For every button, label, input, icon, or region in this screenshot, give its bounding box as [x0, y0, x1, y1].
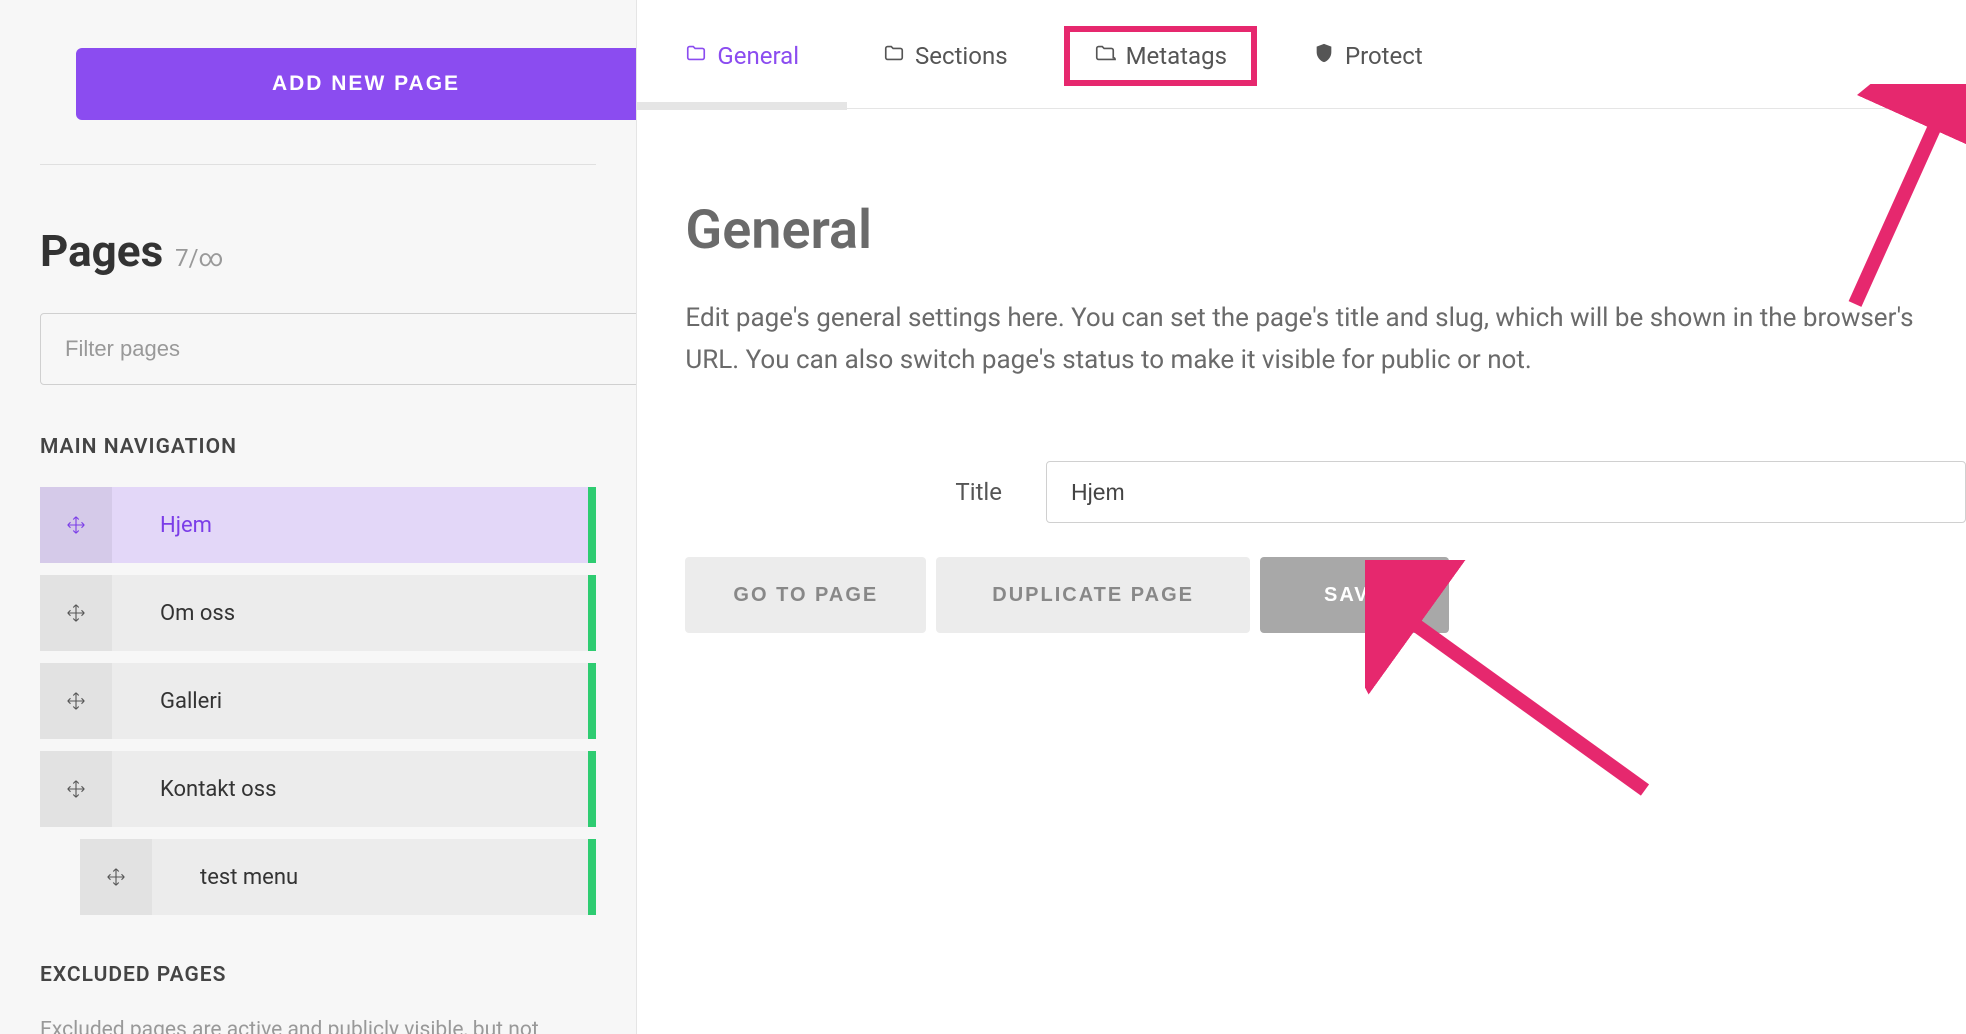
status-indicator	[588, 663, 596, 739]
page-heading: General	[685, 199, 1966, 262]
status-indicator	[588, 751, 596, 827]
title-label: Title	[955, 478, 1002, 506]
tab-protect[interactable]: Protect	[1313, 40, 1423, 72]
pages-header: Pages 7/∞	[40, 225, 596, 277]
tab-label: Protect	[1345, 42, 1423, 70]
drag-handle-icon[interactable]	[80, 839, 152, 915]
folder-icon	[1094, 42, 1116, 70]
tab-general[interactable]: General	[685, 40, 799, 72]
drag-handle-icon[interactable]	[40, 575, 112, 651]
tab-label: Metatags	[1126, 42, 1227, 70]
status-indicator	[588, 839, 596, 915]
nav-item-hjem[interactable]: Hjem	[40, 487, 596, 563]
excluded-pages-label: EXCLUDED PAGES	[40, 963, 596, 987]
drag-handle-icon[interactable]	[40, 487, 112, 563]
status-indicator	[588, 575, 596, 651]
pages-title: Pages	[40, 225, 163, 277]
nav-item-kontakt-oss[interactable]: Kontakt oss	[40, 751, 596, 827]
save-button[interactable]: SAVE	[1260, 557, 1449, 633]
action-buttons: GO TO PAGE DUPLICATE PAGE SAVE	[685, 557, 1449, 633]
page-description: Edit page's general settings here. You c…	[685, 298, 1966, 381]
drag-handle-icon[interactable]	[40, 663, 112, 739]
title-input[interactable]	[1046, 461, 1966, 523]
main-navigation-list: Hjem Om oss Galleri Kontakt oss	[40, 487, 596, 915]
filter-pages-input[interactable]	[40, 313, 637, 385]
sidebar: ADD NEW PAGE Pages 7/∞ MAIN NAVIGATION H…	[0, 0, 637, 1034]
add-new-page-button[interactable]: ADD NEW PAGE	[76, 48, 637, 120]
nav-item-label: Om oss	[112, 601, 235, 626]
excluded-pages-description: Excluded pages are active and publicly v…	[40, 1015, 596, 1034]
nav-item-label: Hjem	[112, 513, 212, 538]
nav-item-om-oss[interactable]: Om oss	[40, 575, 596, 651]
nav-item-galleri[interactable]: Galleri	[40, 663, 596, 739]
duplicate-page-button[interactable]: DUPLICATE PAGE	[936, 557, 1250, 633]
tab-indicator	[637, 102, 847, 110]
tab-sections[interactable]: Sections	[883, 40, 1008, 72]
shield-icon	[1313, 42, 1335, 70]
tab-metatags[interactable]: Metatags	[1064, 26, 1257, 86]
tab-label: General	[717, 42, 799, 70]
nav-item-label: Kontakt oss	[112, 777, 276, 802]
nav-item-label: test menu	[152, 865, 298, 890]
tabs: General Sections Metatags Protect	[637, 0, 1966, 109]
drag-handle-icon[interactable]	[40, 751, 112, 827]
divider	[40, 164, 596, 165]
go-to-page-button[interactable]: GO TO PAGE	[685, 557, 926, 633]
content-area: General Edit page's general settings her…	[637, 109, 1966, 523]
main-content: General Sections Metatags Protect Genera…	[637, 0, 1966, 1034]
main-navigation-label: MAIN NAVIGATION	[40, 435, 596, 459]
title-field-row: Title	[955, 461, 1966, 523]
pages-count: 7/∞	[175, 244, 223, 272]
folder-icon	[883, 42, 905, 70]
nav-item-label: Galleri	[112, 689, 222, 714]
status-indicator	[588, 487, 596, 563]
tab-label: Sections	[915, 42, 1008, 70]
nav-item-test-menu[interactable]: test menu	[80, 839, 596, 915]
folder-icon	[685, 42, 707, 70]
